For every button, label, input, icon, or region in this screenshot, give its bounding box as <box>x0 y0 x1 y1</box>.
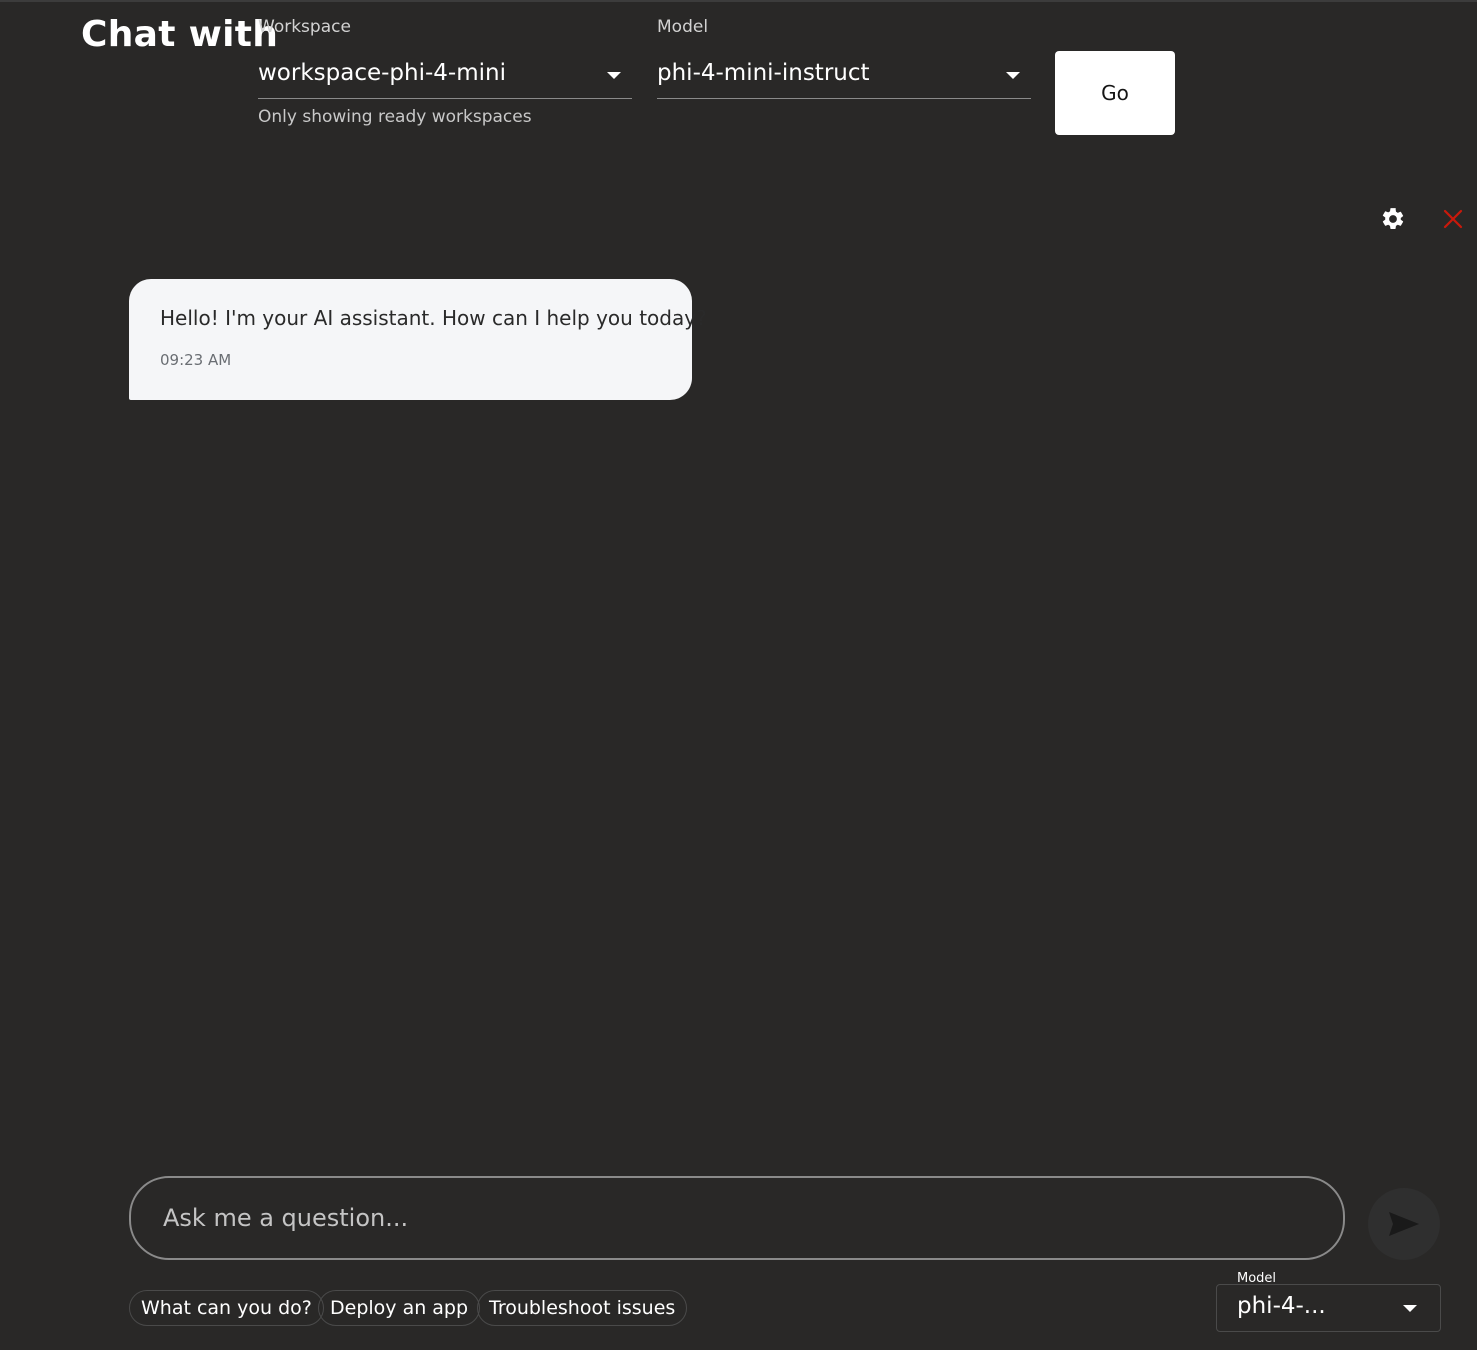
composer-model-select[interactable]: phi-4-... <box>1216 1284 1441 1332</box>
suggestion-chip[interactable]: What can you do? <box>129 1290 324 1326</box>
send-icon <box>1389 1212 1419 1236</box>
go-button[interactable]: Go <box>1055 51 1175 135</box>
model-select[interactable]: phi-4-mini-instruct <box>657 52 1031 99</box>
workspace-select[interactable]: workspace-phi-4-mini <box>258 52 632 99</box>
workspace-helper-text: Only showing ready workspaces <box>258 107 532 127</box>
page-title: Chat with <box>81 14 279 55</box>
gear-icon[interactable] <box>1378 204 1408 234</box>
message-timestamp: 09:23 AM <box>160 351 232 369</box>
assistant-message-bubble: Hello! I'm your AI assistant. How can I … <box>129 279 707 400</box>
model-label: Model <box>657 17 709 37</box>
suggestion-chip[interactable]: Deploy an app <box>318 1290 481 1326</box>
message-text: Hello! I'm your AI assistant. How can I … <box>160 306 707 330</box>
chevron-down-icon <box>1006 72 1020 79</box>
close-icon[interactable] <box>1440 206 1466 232</box>
chat-input[interactable] <box>129 1176 1345 1260</box>
chevron-down-icon <box>607 72 621 79</box>
chevron-down-icon <box>1403 1305 1417 1312</box>
top-border <box>0 0 1477 2</box>
workspace-select-value: workspace-phi-4-mini <box>258 60 506 86</box>
send-button[interactable] <box>1368 1188 1440 1260</box>
workspace-label: Workspace <box>258 17 351 37</box>
composer-model-value: phi-4-... <box>1237 1293 1326 1319</box>
suggestion-chip[interactable]: Troubleshoot issues <box>477 1290 688 1326</box>
model-select-value: phi-4-mini-instruct <box>657 60 870 86</box>
